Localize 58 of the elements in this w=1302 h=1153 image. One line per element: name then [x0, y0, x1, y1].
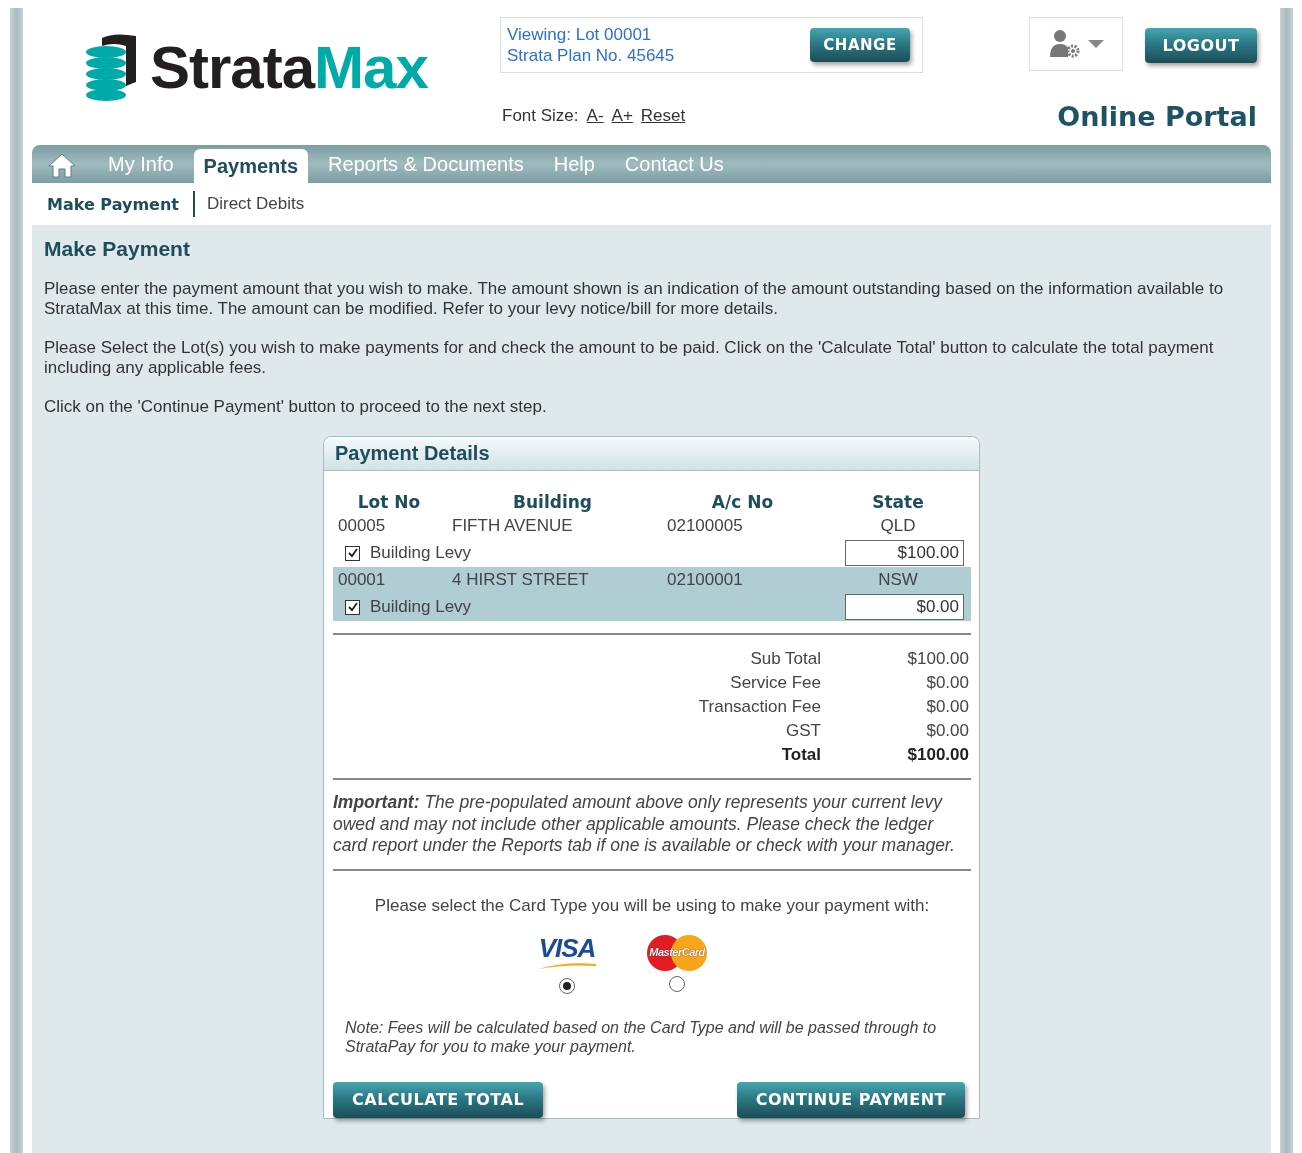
change-button[interactable]: CHANGE	[810, 28, 910, 62]
nav-tab[interactable]: Payments	[193, 149, 309, 183]
user-menu-button[interactable]	[1029, 17, 1123, 71]
portal-title: Online Portal	[1057, 101, 1257, 132]
continue-button[interactable]: CONTINUE PAYMENT	[736, 1081, 965, 1118]
total-label: Total	[780, 744, 821, 766]
column-header: Building	[512, 491, 593, 513]
total-value: $0.00	[925, 720, 969, 742]
calculate-button[interactable]: CALCULATE TOTAL	[333, 1081, 544, 1118]
card-radio[interactable]	[669, 975, 685, 992]
subnav-link[interactable]: Make Payment	[47, 194, 185, 214]
amount-field[interactable]: $0.00	[845, 594, 964, 620]
total-value: $0.00	[925, 696, 969, 718]
strata-plan: Strata Plan No. 45645	[507, 45, 675, 66]
column-header: Lot No	[356, 491, 422, 513]
column-header: State	[871, 491, 925, 513]
card-radio[interactable]	[559, 977, 575, 994]
card-logo: VISA	[536, 933, 598, 974]
total-label: Transaction Fee	[697, 696, 821, 718]
levy-label: Building Levy	[370, 597, 473, 617]
table-cell-text: 00005	[337, 516, 387, 536]
total-value: $0.00	[925, 672, 969, 694]
font-size-link[interactable]: A-	[586, 106, 604, 126]
panel-title: Payment Details	[335, 442, 490, 465]
levy-label: Building Levy	[370, 543, 473, 563]
table-cell-text: 4 HIRST STREET	[451, 570, 590, 590]
table-cell-text: QLD	[879, 516, 917, 536]
fee-note: Note: Fees will be calculated based on the Card Type and will be passed through to StrataPay for you to make your payment.	[345, 1017, 938, 1056]
page-title: Make Payment	[44, 237, 191, 261]
table-cell-text: NSW	[877, 570, 919, 590]
levy-checkbox[interactable]	[345, 599, 360, 615]
total-label: Sub Total	[749, 648, 821, 670]
font-size-link[interactable]: A+	[611, 106, 633, 126]
subnav-link[interactable]: Direct Debits	[206, 194, 311, 214]
viewing-lot: Viewing: Lot 00001	[507, 24, 653, 45]
table-cell-text: 02100005	[666, 516, 744, 536]
card-type-prompt: Please select the Card Type you will be using to make your payment with:	[373, 895, 931, 916]
important-notice: Important: The pre-populated amount above only represents your current levy owed and may not include other applicable amounts. Please check the ledger card report under the Reports tab if one is available or check with your manager.	[333, 792, 956, 857]
instruction-text: Click on the 'Continue Payment' button to proceed to the next step.	[44, 397, 548, 417]
font-size-label: Font Size:	[502, 106, 579, 126]
total-label: GST	[785, 720, 821, 742]
home-icon[interactable]	[48, 152, 76, 178]
font-size-link[interactable]: Reset	[640, 106, 686, 126]
total-label: Service Fee	[729, 672, 821, 694]
column-header: A/c No	[710, 491, 775, 513]
user-settings-icon	[1048, 29, 1082, 59]
table-cell-text: 02100001	[666, 570, 744, 590]
amount-field[interactable]: $100.00	[845, 540, 964, 566]
levy-checkbox[interactable]	[345, 545, 360, 561]
instruction-text: Please enter the payment amount that you wish to make. The amount shown is an indication of the amount outstanding based on the information available to StrataMax at this time. The amount can be modified. Refer to your levy notice/bill for more details.	[44, 279, 1225, 319]
instruction-text: Please Select the Lot(s) you wish to make payments for and check the amount to be paid. Click on the 'Calculate Total' button to calculate the total payment including any applicable fees.	[44, 338, 1215, 378]
table-cell-text: FIFTH AVENUE	[451, 516, 574, 536]
total-value: $100.00	[906, 648, 969, 670]
logo-wordmark: StrataMax	[150, 33, 428, 102]
table-cell-text: 00001	[337, 570, 387, 590]
logout-button[interactable]: LOGOUT	[1145, 28, 1257, 63]
total-value: $100.00	[906, 744, 969, 766]
caret-icon	[1088, 39, 1104, 49]
